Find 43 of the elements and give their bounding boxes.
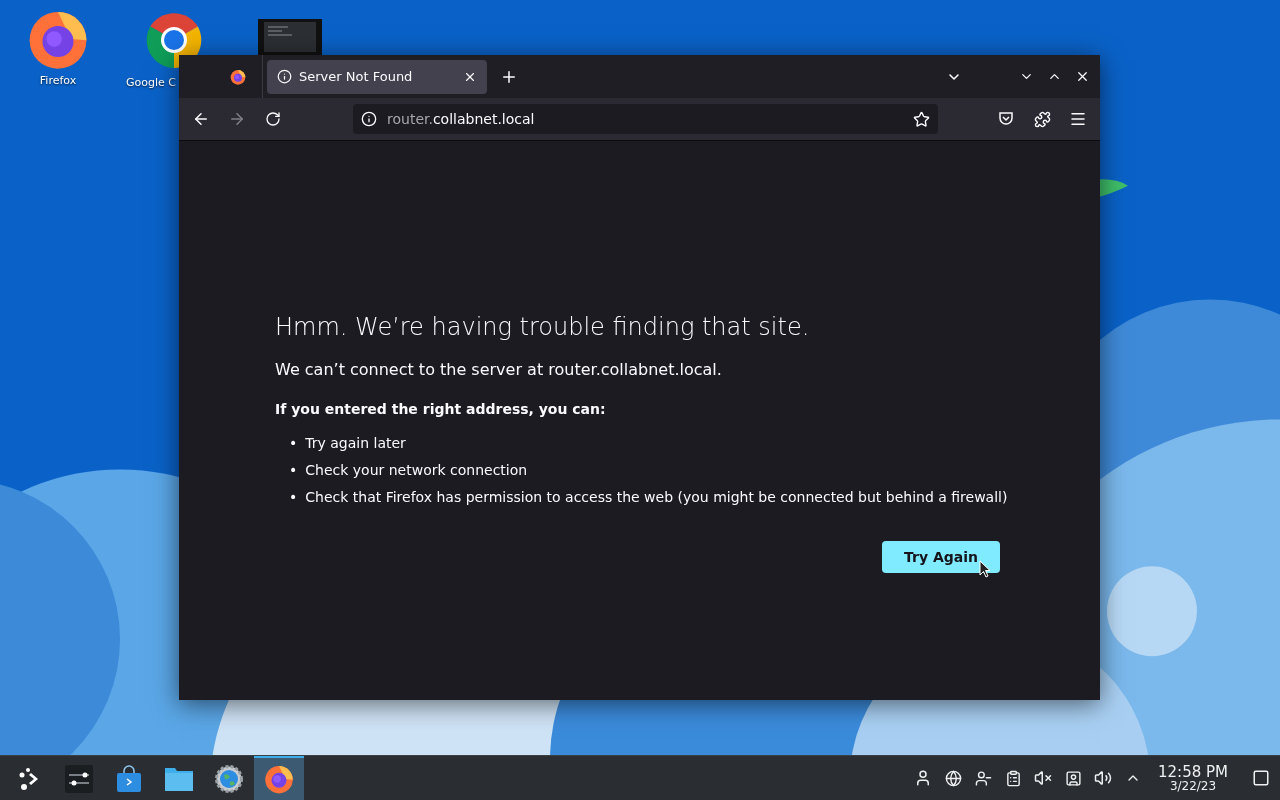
shopping-bag-icon bbox=[116, 765, 142, 793]
menu-icon bbox=[1069, 110, 1087, 128]
square-icon bbox=[1252, 769, 1270, 787]
clock-time: 12:58 PM bbox=[1158, 764, 1228, 780]
error-message: We can’t connect to the server at router.collabnet.local. bbox=[275, 359, 723, 381]
puzzle-icon bbox=[1033, 110, 1051, 128]
bullet-mark: • bbox=[289, 434, 298, 453]
bullet-mark: • bbox=[289, 488, 298, 507]
globe-gear-icon bbox=[215, 765, 243, 793]
video-file-icon[interactable] bbox=[258, 19, 322, 55]
error-heading: Hmm. We’re having trouble finding that site. bbox=[275, 312, 811, 343]
advice-title: If you entered the right address, you can: bbox=[275, 400, 607, 419]
user-minus-icon bbox=[974, 769, 992, 787]
bookmark-star-icon[interactable] bbox=[913, 110, 930, 128]
url-text: router.collabnet.local bbox=[387, 111, 536, 127]
sliders-icon bbox=[65, 765, 93, 793]
info-icon[interactable] bbox=[361, 111, 377, 127]
firefox-icon bbox=[230, 68, 246, 85]
arrow-right-icon bbox=[228, 110, 246, 128]
desktop-icon-label[interactable]: Firefox bbox=[39, 74, 77, 88]
firefox-icon bbox=[264, 764, 294, 794]
info-icon bbox=[277, 69, 292, 84]
clipboard-icon bbox=[1004, 769, 1022, 787]
try-again-button[interactable]: Try Again bbox=[882, 541, 1000, 573]
user-icon bbox=[914, 769, 932, 787]
folder-icon bbox=[164, 766, 194, 792]
advice-item: Check your network connection bbox=[305, 461, 528, 480]
browser-tab[interactable]: Server Not Found bbox=[267, 59, 487, 94]
advice-item: Try again later bbox=[305, 434, 406, 453]
globe-icon bbox=[944, 769, 962, 787]
clock-date: 3/22/23 bbox=[1169, 779, 1217, 792]
tab-title: Server Not Found bbox=[299, 69, 414, 84]
framed-figure-icon bbox=[1064, 769, 1082, 787]
muted-speaker-icon bbox=[1034, 769, 1052, 787]
speaker-icon bbox=[1094, 769, 1112, 787]
clock[interactable]: 12:58 PM 3/22/23 bbox=[1148, 764, 1238, 792]
mouse-cursor-icon bbox=[979, 560, 991, 578]
address-bar[interactable]: router.collabnet.local bbox=[353, 104, 938, 134]
bullet-mark: • bbox=[289, 461, 298, 480]
desktop-icon-label[interactable]: Google C bbox=[126, 76, 176, 90]
advice-item: Check that Firefox has permission to access the web (you might be connected but behind a firewall) bbox=[305, 488, 1008, 507]
pocket-icon bbox=[998, 111, 1014, 127]
reload-icon bbox=[265, 111, 281, 127]
